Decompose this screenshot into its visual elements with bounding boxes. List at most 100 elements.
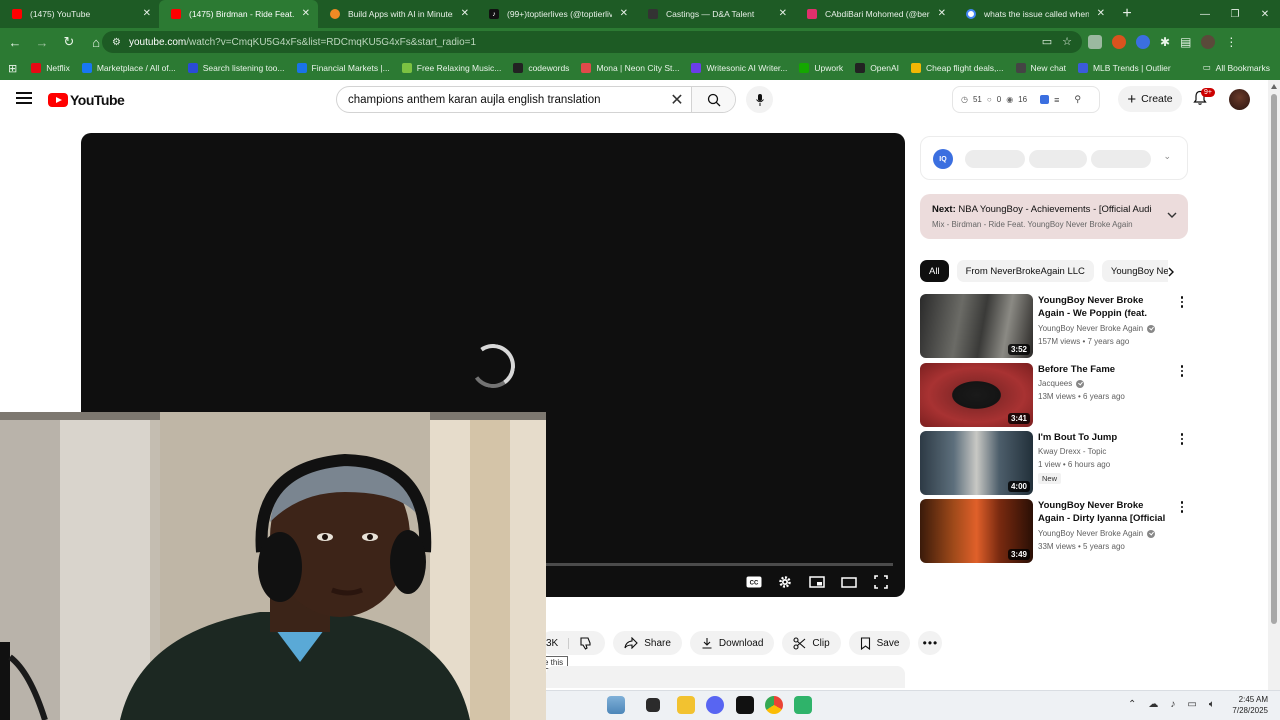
like-count[interactable]: 3K — [546, 637, 570, 649]
minimize-icon[interactable]: — — [1190, 0, 1220, 28]
satellite-icon[interactable]: ⚲ — [1074, 94, 1081, 105]
all-bookmarks-button[interactable]: ▭ All Bookmarks — [1203, 62, 1270, 73]
forward-arrow-icon[interactable]: → — [30, 30, 54, 54]
chip-all[interactable]: All — [920, 260, 949, 282]
puzzle-extensions-icon[interactable]: ✱ — [1160, 35, 1170, 49]
apps-grid-icon[interactable]: ⊞ — [8, 62, 17, 75]
iq-extension-card[interactable]: IQ ⌄ — [920, 136, 1188, 180]
browser-tab[interactable]: whats the issue called when you ✕ — [954, 0, 1113, 28]
captions-icon[interactable]: CC — [745, 573, 763, 591]
browser-tab[interactable]: (1475) YouTube ✕ — [0, 0, 159, 28]
more-vertical-icon[interactable] — [1178, 433, 1186, 445]
microphone-icon[interactable]: ♪ — [1170, 699, 1175, 710]
recommendation-title[interactable]: I'm Bout To Jump — [1038, 431, 1172, 444]
playlist-next-card[interactable]: Next: NBA YoungBoy - Achievements - [Off… — [920, 194, 1188, 239]
profile-avatar-icon[interactable] — [1201, 35, 1216, 49]
recommendation-title[interactable]: YoungBoy Never Broke Again - We Poppin (… — [1038, 294, 1172, 320]
chrome-icon[interactable] — [765, 696, 783, 714]
search-input[interactable] — [337, 87, 663, 112]
description-box[interactable] — [546, 666, 905, 688]
close-tab-icon[interactable]: ✕ — [143, 8, 151, 19]
bookmark-item[interactable]: Upwork — [799, 63, 843, 73]
bookmark-item[interactable]: Mona | Neon City St... — [581, 63, 679, 73]
scroll-up-arrow-icon[interactable] — [1271, 84, 1277, 89]
chevron-right-icon[interactable] — [1166, 266, 1176, 278]
chevron-down-icon[interactable]: ⌄ — [1163, 151, 1171, 162]
recommendation-title[interactable]: Before The Fame — [1038, 363, 1172, 376]
save-button[interactable]: Save — [848, 631, 911, 655]
site-info-icon[interactable]: ⚙ — [112, 37, 121, 48]
recommendation-item[interactable]: 3:41 Before The Fame Jacquees 13M views … — [920, 363, 1188, 427]
more-vertical-icon[interactable] — [1178, 296, 1186, 308]
account-avatar[interactable] — [1229, 89, 1250, 110]
close-tab-icon[interactable]: ✕ — [938, 8, 946, 19]
close-tab-icon[interactable]: ✕ — [779, 8, 787, 19]
search-button[interactable] — [691, 87, 735, 112]
dislike-icon[interactable] — [579, 636, 593, 650]
video-thumbnail[interactable]: 4:00 — [920, 431, 1033, 495]
side-panel-icon[interactable]: ▤ — [1180, 35, 1191, 49]
more-actions-button[interactable]: ••• — [918, 631, 943, 655]
clip-button[interactable]: Clip — [782, 631, 841, 655]
chip-youngboy[interactable]: YoungBoy Never Broke Again — [1101, 260, 1168, 282]
close-window-icon[interactable]: ✕ — [1250, 0, 1280, 28]
new-tab-button[interactable]: + — [1113, 0, 1141, 28]
reload-icon[interactable]: ↻ — [57, 30, 81, 54]
recommendation-item[interactable]: 3:52 YoungBoy Never Broke Again - We Pop… — [920, 294, 1188, 358]
create-button[interactable]: + Create — [1118, 86, 1182, 112]
extension-icon[interactable] — [1088, 35, 1102, 49]
recommendation-title[interactable]: YoungBoy Never Broke Again - Dirty Iyann… — [1038, 499, 1172, 525]
folder-icon[interactable] — [677, 696, 695, 714]
extension-icon[interactable] — [1112, 35, 1126, 49]
bookmark-item[interactable]: Financial Markets |... — [296, 63, 390, 73]
more-vertical-icon[interactable] — [1178, 365, 1186, 377]
task-view-icon[interactable] — [646, 698, 660, 712]
more-vertical-icon[interactable] — [1178, 501, 1186, 513]
theater-mode-icon[interactable] — [840, 573, 858, 591]
cast-icon[interactable]: ▭ — [1042, 35, 1052, 48]
bookmark-item[interactable]: MLB Trends | Outlier — [1077, 63, 1171, 73]
app-icon[interactable] — [794, 696, 812, 714]
close-tab-icon[interactable]: ✕ — [302, 8, 310, 19]
bookmark-item[interactable]: codewords — [513, 63, 569, 73]
restore-icon[interactable]: ❐ — [1220, 0, 1250, 28]
scrollbar-thumb[interactable] — [1271, 94, 1277, 624]
recommendation-channel[interactable]: YoungBoy Never Broke Again — [1038, 529, 1156, 538]
close-tab-icon[interactable]: ✕ — [461, 8, 469, 19]
recommendation-item[interactable]: 3:49 YoungBoy Never Broke Again - Dirty … — [920, 499, 1188, 563]
bookmark-item[interactable]: OpenAI — [855, 63, 899, 73]
list-icon[interactable]: ≡ — [1054, 95, 1059, 105]
volume-icon[interactable]: 🔈︎ — [1209, 699, 1215, 710]
clear-search-icon[interactable]: ✕ — [663, 90, 691, 110]
browser-tab[interactable]: Build Apps with AI in Minutes | Base44 ✕ — [318, 0, 477, 28]
browser-tab-active[interactable]: (1475) Birdman - Ride Feat. YoungBoy ✕ — [159, 0, 318, 28]
iq-extension-icon[interactable] — [1040, 95, 1050, 104]
bookmark-item[interactable]: Cheap flight deals,... — [911, 63, 1004, 73]
tiktok-icon[interactable] — [736, 696, 754, 714]
hamburger-menu-icon[interactable] — [16, 92, 32, 104]
fullscreen-icon[interactable] — [872, 573, 890, 591]
bookmark-item[interactable]: Marketplace / All of... — [81, 63, 176, 73]
taskbar-clock[interactable]: 2:45 AM 7/28/2025 — [1226, 694, 1268, 716]
bookmark-item[interactable]: Free Relaxing Music... — [401, 63, 501, 73]
recommendation-channel[interactable]: Jacquees — [1038, 379, 1085, 388]
extension-stats-widget[interactable]: ◷ 51 ○ 0 ◉ 16 ≡ ⚲ — [952, 86, 1100, 113]
browser-tab[interactable]: ♪ (99+)toptierlives (@toptierlives) ✕ — [477, 0, 636, 28]
discord-icon[interactable] — [706, 696, 724, 714]
bookmark-item[interactable]: Writesonic AI Writer... — [691, 63, 787, 73]
close-tab-icon[interactable]: ✕ — [1097, 8, 1105, 19]
display-icon[interactable]: ▭ — [1187, 699, 1196, 710]
video-thumbnail[interactable]: 3:49 — [920, 499, 1033, 563]
chevron-down-icon[interactable] — [1166, 209, 1178, 221]
bookmark-item[interactable]: New chat — [1015, 63, 1066, 73]
chrome-menu-icon[interactable]: ⋮ — [1225, 35, 1237, 49]
browser-tab[interactable]: Castings — D&A Talent ✕ — [636, 0, 795, 28]
bookmark-star-icon[interactable]: ☆ — [1062, 35, 1072, 48]
page-scrollbar[interactable] — [1268, 80, 1280, 690]
browser-tab[interactable]: CAbdiBari Mohomed (@berrybari) ✕ — [795, 0, 954, 28]
recommendation-channel[interactable]: YoungBoy Never Broke Again — [1038, 324, 1156, 333]
download-button[interactable]: Download — [689, 631, 775, 655]
extension-icon[interactable] — [1136, 35, 1150, 49]
chevron-up-icon[interactable]: ⌃ — [1128, 699, 1136, 710]
file-explorer-icon[interactable] — [607, 696, 625, 714]
